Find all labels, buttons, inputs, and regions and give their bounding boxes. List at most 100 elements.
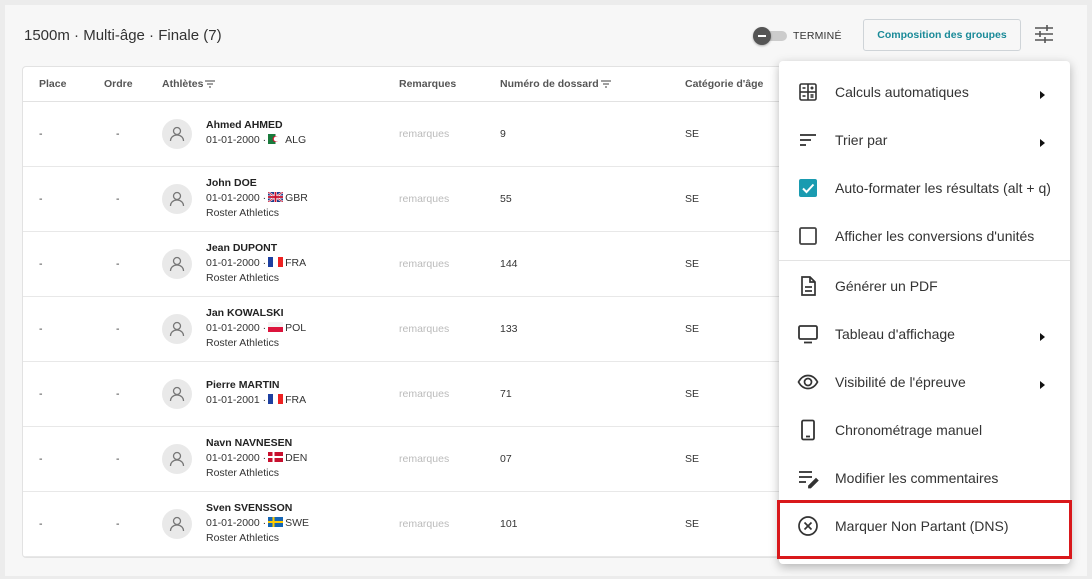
menu-item-label: Calculs automatiques [835, 84, 969, 100]
athlete-info[interactable]: Jean DUPONT 01-01-2000 · FRA Roster Athleti… [206, 241, 306, 286]
menu-item-eye[interactable]: Visibilité de l'épreuve [779, 358, 1070, 406]
menu-item-checkbox-empty[interactable]: Afficher les conversions d'unités [779, 212, 1070, 260]
menu-item-label: Modifier les commentaires [835, 470, 999, 486]
filter-icon[interactable] [205, 80, 216, 88]
menu-item-sort[interactable]: Trier par [779, 116, 1070, 164]
athlete-name: Pierre MARTIN [206, 379, 280, 391]
athlete-dob: 01-01-2000 · [206, 134, 267, 146]
column-bib[interactable]: Numéro de dossard [500, 78, 611, 90]
athlete-info[interactable]: Sven SVENSSON 01-01-2000 · SWE Roster Athle… [206, 501, 309, 546]
document-icon [797, 275, 819, 297]
athlete-dob: 01-01-2000 · [206, 192, 267, 204]
table-row[interactable]: - - Navn NAVNESEN 01-01-2000 · DEN Roster Ath… [23, 427, 781, 492]
athlete-name: Jean DUPONT [206, 242, 278, 254]
order-cell: - [116, 128, 120, 140]
menu-item-checkbox-checked[interactable]: Auto-formater les résultats (alt + q) [779, 164, 1070, 212]
edit-notes-icon [797, 467, 819, 489]
person-icon [169, 516, 185, 532]
table-row[interactable]: - - John DOE 01-01-2000 · GBR Roster Athletic… [23, 167, 781, 232]
remarks-field[interactable]: remarques [399, 453, 449, 465]
avatar [162, 509, 192, 539]
athlete-dob: 01-01-2000 · [206, 517, 267, 529]
person-icon [169, 191, 185, 207]
athlete-dob: 01-01-2000 · [206, 257, 267, 269]
column-remarks[interactable]: Remarques [399, 78, 456, 90]
column-order[interactable]: Ordre [104, 78, 133, 90]
remarks-field[interactable]: remarques [399, 388, 449, 400]
athlete-info[interactable]: John DOE 01-01-2000 · GBR Roster Athletics [206, 176, 308, 221]
category-cell: SE [685, 453, 700, 465]
remarks-field[interactable]: remarques [399, 128, 449, 140]
athlete-name: Jan KOWALSKI [206, 307, 284, 319]
athlete-meta: 01-01-2001 · FRA [206, 393, 306, 408]
toggle-knob [753, 27, 771, 45]
flag-den-icon [266, 452, 285, 464]
menu-item-monitor[interactable]: Tableau d'affichage [779, 310, 1070, 358]
category-cell: SE [685, 128, 700, 140]
menu-item-document[interactable]: Générer un PDF [779, 262, 1070, 310]
athlete-info[interactable]: Pierre MARTIN 01-01-2001 · FRA [206, 378, 306, 408]
order-cell: - [116, 323, 120, 335]
athlete-meta: 01-01-2000 · DEN [206, 451, 307, 466]
menu-item-label: Auto-formater les résultats (alt + q) [835, 180, 1051, 196]
monitor-icon [797, 323, 819, 345]
arrow-right-icon [1037, 135, 1047, 147]
bib-cell: 133 [500, 323, 518, 335]
menu-item-phone[interactable]: Chronométrage manuel [779, 406, 1070, 454]
finished-toggle[interactable] [753, 27, 787, 45]
groups-composition-button[interactable]: Composition des groupes [863, 19, 1021, 51]
table-row[interactable]: - - Ahmed AHMED 01-01-2000 · ALG remarques 9 SE [23, 102, 781, 167]
athlete-country: GBR [285, 192, 308, 204]
page-title: 1500m · Multi-âge · Finale (7) [24, 27, 222, 44]
arrow-right-icon [1037, 329, 1047, 341]
eye-icon [797, 371, 819, 393]
avatar [162, 314, 192, 344]
sliders-icon[interactable] [1033, 23, 1055, 45]
athlete-country: SWE [285, 517, 310, 529]
avatar [162, 379, 192, 409]
remarks-field[interactable]: remarques [399, 323, 449, 335]
table-row[interactable]: - - Jean DUPONT 01-01-2000 · FRA Roster Athle… [23, 232, 781, 297]
filter-icon[interactable] [600, 80, 611, 88]
bib-cell: 9 [500, 128, 506, 140]
athlete-info[interactable]: Jan KOWALSKI 01-01-2000 · POL Roster Athlet… [206, 306, 306, 351]
bib-cell: 101 [500, 518, 518, 530]
remarks-field[interactable]: remarques [399, 518, 449, 530]
table-row[interactable]: - - Pierre MARTIN 01-01-2001 · FRA remarques 7… [23, 362, 781, 427]
athlete-dob: 01-01-2001 · [206, 394, 267, 406]
column-category[interactable]: Catégorie d'âge [685, 78, 763, 90]
menu-item-edit-notes[interactable]: Modifier les commentaires [779, 454, 1070, 502]
person-icon [169, 256, 185, 272]
remarks-field[interactable]: remarques [399, 193, 449, 205]
menu-item-label: Trier par [835, 132, 888, 148]
table-row[interactable]: - - Jan KOWALSKI 01-01-2000 · POL Roster Athl… [23, 297, 781, 362]
menu-item-calculator[interactable]: Calculs automatiques [779, 68, 1070, 116]
column-place[interactable]: Place [39, 78, 66, 90]
table-row[interactable]: - - Sven SVENSSON 01-01-2000 · SWE Roster Ath… [23, 492, 781, 557]
highlight-box [777, 500, 1072, 559]
place-cell: - [39, 128, 43, 140]
athlete-dob: 01-01-2000 · [206, 452, 267, 464]
options-menu: Calculs automatiques Trier par Auto-format… [779, 61, 1070, 564]
phone-icon [797, 419, 819, 441]
remarks-field[interactable]: remarques [399, 258, 449, 270]
column-athletes[interactable]: Athlètes [162, 78, 216, 90]
athlete-name: Navn NAVNESEN [206, 437, 293, 449]
category-cell: SE [685, 258, 700, 270]
athlete-dob: 01-01-2000 · [206, 322, 267, 334]
menu-item-label: Tableau d'affichage [835, 326, 955, 342]
athlete-country: DEN [285, 452, 308, 464]
athlete-club: Roster Athletics [206, 207, 279, 219]
sort-icon [797, 129, 819, 151]
place-cell: - [39, 518, 43, 530]
table-header: Place Ordre Athlètes Remarques Numéro de… [23, 67, 781, 102]
athlete-name: Sven SVENSSON [206, 502, 293, 514]
menu-item-label: Générer un PDF [835, 278, 938, 294]
athlete-info[interactable]: Ahmed AHMED 01-01-2000 · ALG [206, 118, 306, 148]
flag-fra-icon [266, 394, 285, 406]
place-cell: - [39, 453, 43, 465]
bib-cell: 71 [500, 388, 512, 400]
athlete-meta: 01-01-2000 · GBR [206, 191, 308, 206]
flag-swe-icon [266, 517, 285, 529]
athlete-info[interactable]: Navn NAVNESEN 01-01-2000 · DEN Roster Athle… [206, 436, 307, 481]
